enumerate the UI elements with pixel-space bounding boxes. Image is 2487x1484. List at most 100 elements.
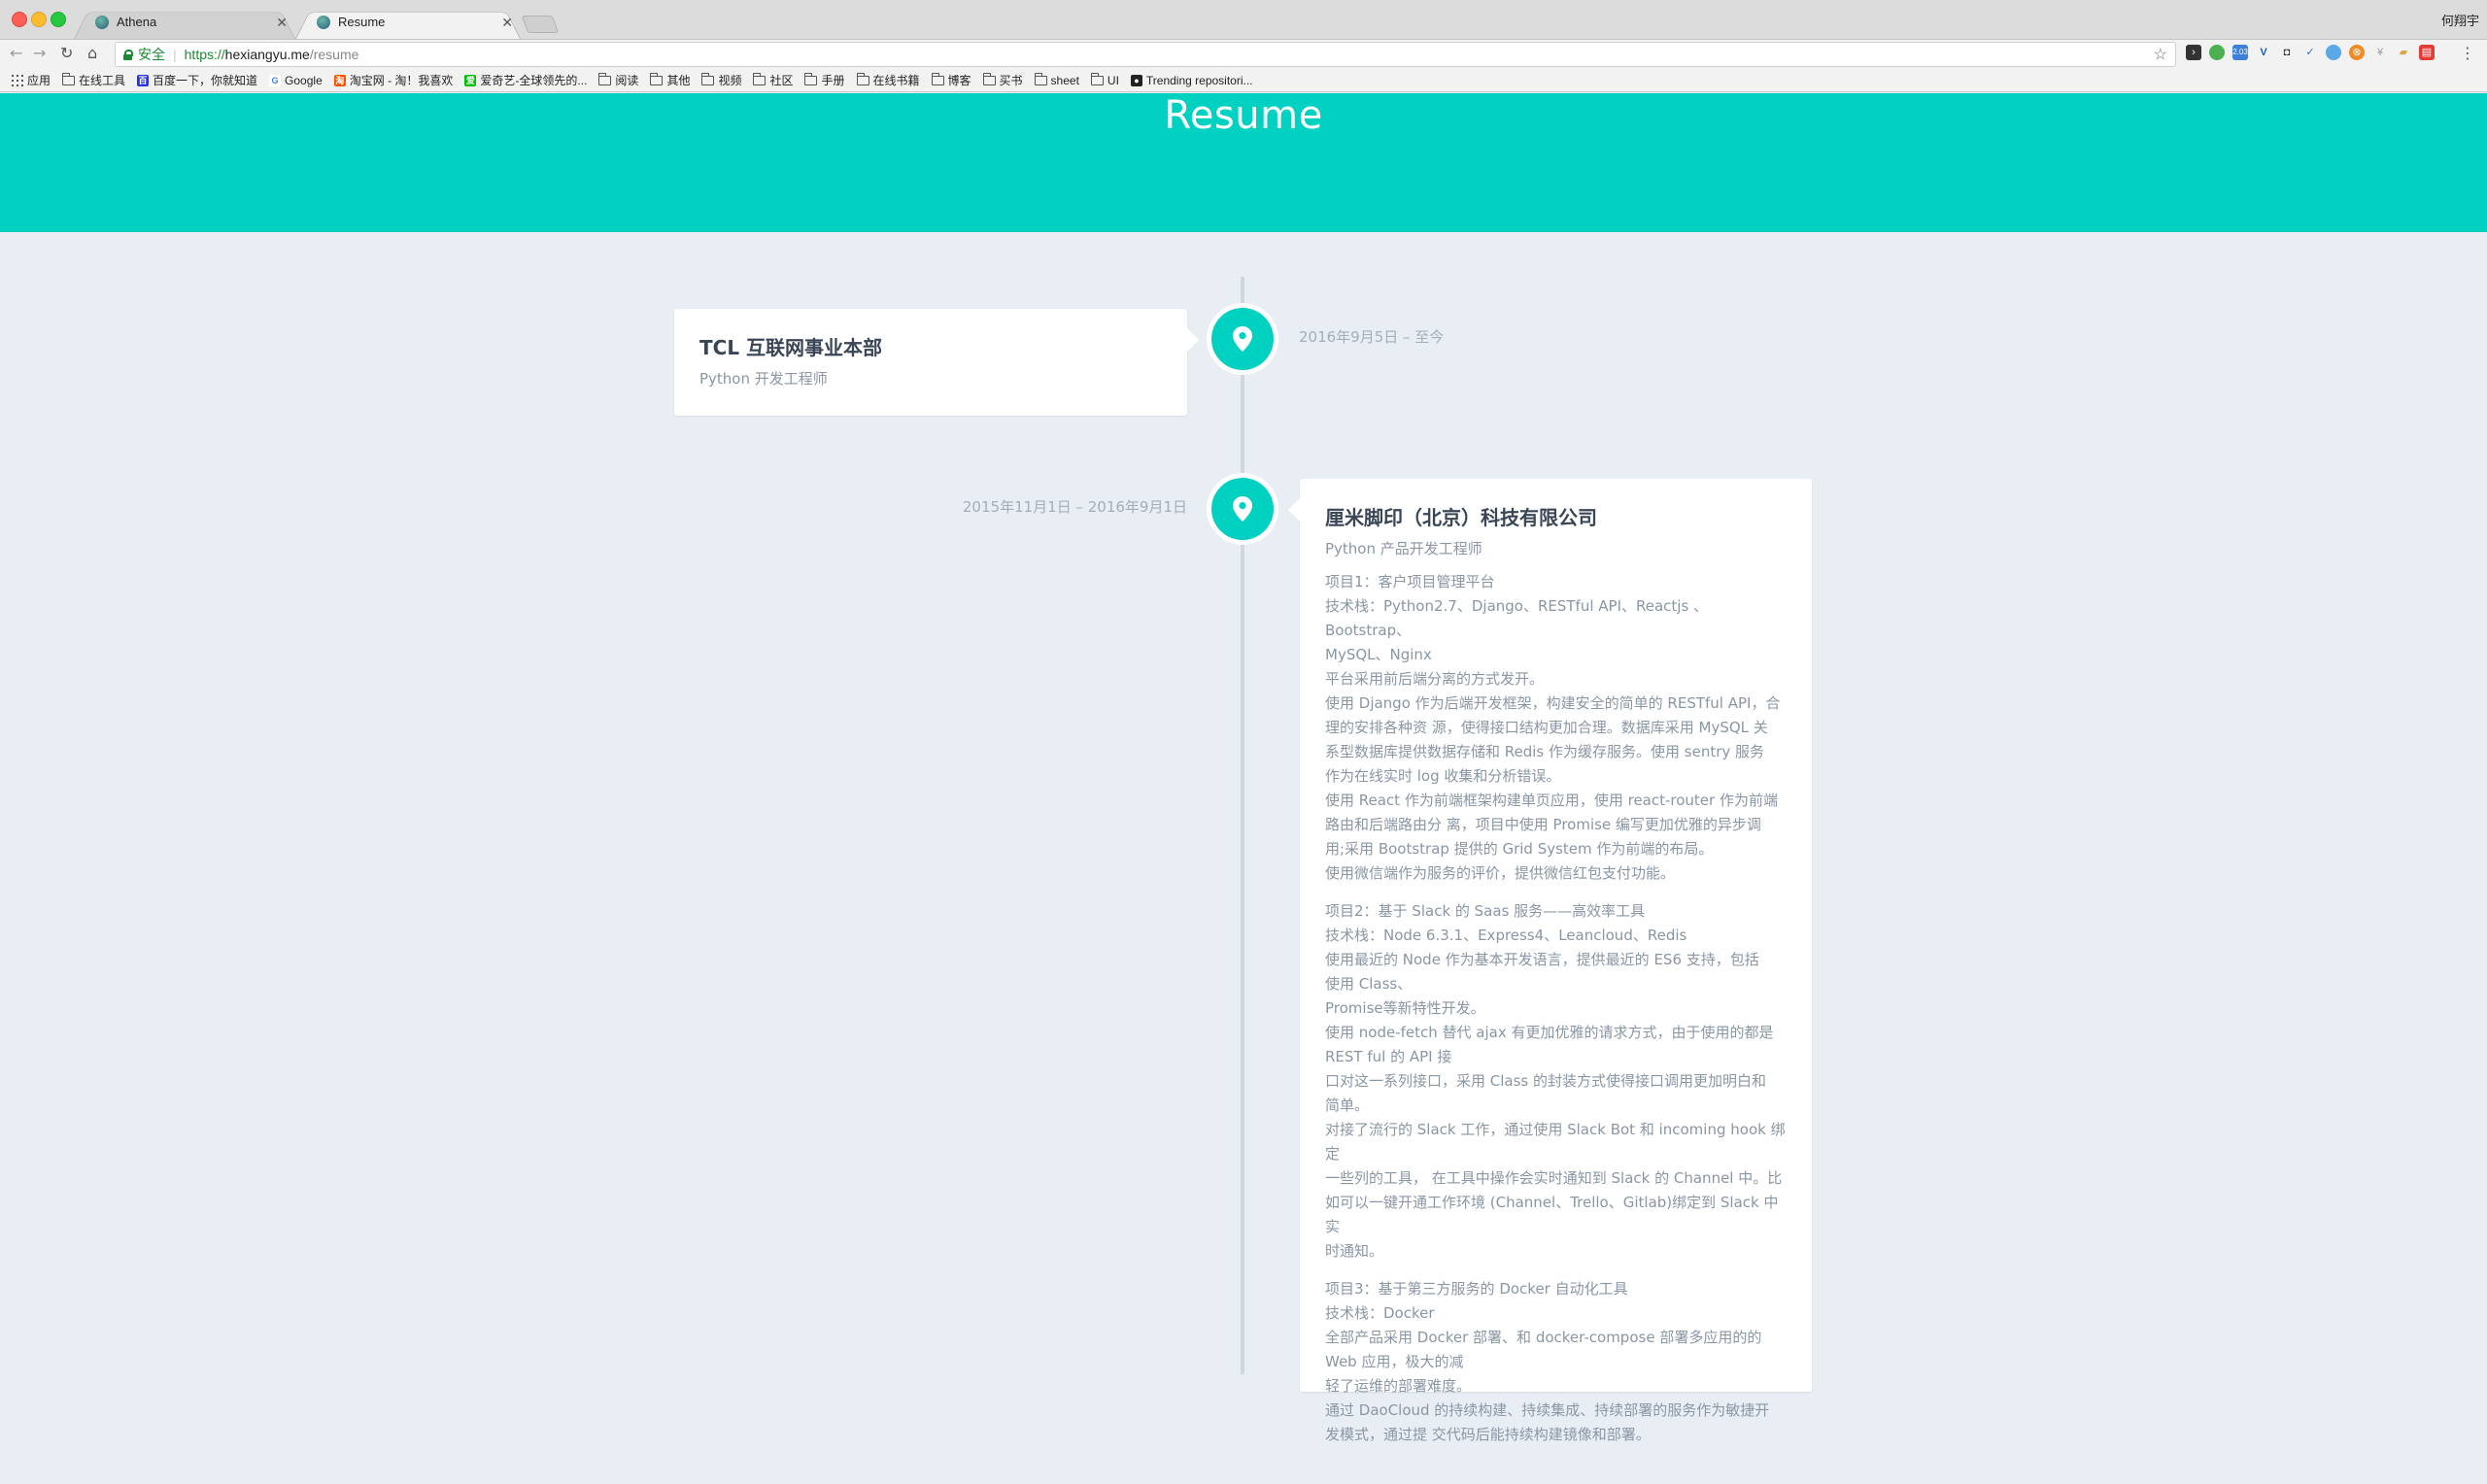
home-icon[interactable]: ⌂ — [87, 44, 97, 62]
minimize-window-button[interactable] — [31, 12, 47, 27]
project-line: 轻了运维的部署难度。 — [1325, 1377, 1472, 1395]
bookmark-item[interactable]: UI — [1090, 72, 1119, 87]
close-tab-icon[interactable]: ✕ — [276, 15, 288, 31]
tab-resume[interactable]: Resume ✕ — [295, 8, 521, 39]
bookmark-item[interactable]: 手册 — [804, 72, 845, 88]
project-line: 作为在线实时 log 收集和分析错误。 — [1325, 767, 1561, 785]
address-bar[interactable]: 安全 | https:// hexiangyu.me /resume ☆ — [115, 42, 2176, 67]
project-line: 系型数据库提供数据存储和 Redis 作为缓存服务。使用 sentry 服务 — [1325, 743, 1765, 760]
company-name: 厘米脚印（北京）科技有限公司 — [1325, 506, 1597, 529]
bookmark-item[interactable]: 其他 — [650, 72, 690, 88]
bookmark-label: 爱奇艺-全球领先的... — [480, 74, 588, 87]
bookmark-item[interactable]: G Google — [269, 74, 323, 87]
bookmark-item[interactable]: 阅读 — [598, 72, 638, 88]
browser-toolbar: ← → ↻ ⌂ 安全 | https:// hexiangyu.me /resu… — [0, 40, 2487, 69]
experience-card: 厘米脚印（北京）科技有限公司 Python 产品开发工程师 项目1：客户项目管理… — [1288, 479, 1812, 1443]
menu-icon[interactable]: ⋮ — [2460, 44, 2475, 62]
taobao-icon: 淘 — [333, 74, 346, 86]
blue-circle-extension-icon[interactable] — [2326, 45, 2341, 60]
bookmark-item[interactable]: sheet — [1034, 72, 1079, 87]
project-line: 发模式，通过提 交代码后能持续构建镜像和部署。 — [1325, 1426, 1651, 1443]
project-description: 项目1：客户项目管理平台 技术栈：Python2.7、Django、RESTful… — [1325, 570, 1787, 1447]
baidu-icon: 百 — [137, 74, 150, 86]
vue-extension-icon[interactable]: V — [2256, 45, 2271, 60]
project-line: 用;采用 Bootstrap 提供的 Grid System 作为前端的布局。 — [1325, 840, 1714, 858]
project-line: 使用 Django 作为后端开发框架，构建安全的简单的 RESTful API，… — [1325, 694, 1781, 712]
url-path: /resume — [309, 47, 359, 62]
extension-icons: › 2.03 V ◘ ✓ ⊗ ¥ ▰ ▤ — [2186, 45, 2435, 60]
wechat-extension-icon[interactable]: ¥ — [2372, 45, 2388, 60]
google-icon: G — [269, 74, 282, 86]
bookmark-label: 其他 — [666, 74, 691, 87]
project-line: 如可以一键开通工作环境 (Channel、Trello、Gitlab)绑定到 S… — [1325, 1194, 1779, 1235]
bookmark-item[interactable]: 社区 — [753, 72, 793, 88]
tab-title: Athena — [117, 15, 157, 29]
bookmark-item[interactable]: 在线工具 — [62, 72, 125, 88]
date-range: 2016年9月5日 – 至今 — [1299, 328, 1445, 346]
reload-icon[interactable]: ↻ — [60, 44, 73, 62]
folder-icon — [650, 72, 664, 85]
bookmark-label: 在线书籍 — [872, 74, 920, 87]
folder-icon — [804, 72, 818, 85]
bookmark-item[interactable]: 百百度一下，你就知道 — [137, 72, 257, 88]
bookmark-label: 在线工具 — [79, 74, 126, 87]
bookmark-item[interactable]: 爱爱奇艺-全球领先的... — [464, 72, 587, 88]
forward-arrow-icon[interactable]: → — [33, 44, 46, 62]
card-pointer — [1187, 328, 1199, 352]
job-role: Python 开发工程师 — [699, 370, 828, 388]
green-circle-extension-icon[interactable] — [2209, 45, 2225, 60]
folder-icon — [1090, 72, 1104, 85]
bookmark-label: UI — [1107, 73, 1119, 87]
project-line: 项目1：客户项目管理平台 — [1325, 573, 1495, 590]
bookmark-label: 淘宝网 - 淘！我喜欢 — [349, 74, 454, 87]
bookmark-label: 视频 — [718, 74, 742, 87]
project-line: 通过 DaoCloud 的持续构建、持续集成、持续部署的服务作为敏捷开 — [1325, 1401, 1770, 1419]
apps-grid-icon — [12, 74, 23, 86]
new-tab-button[interactable] — [521, 16, 560, 33]
company-name: TCL 互联网事业本部 — [699, 336, 883, 359]
close-tab-icon[interactable]: ✕ — [501, 15, 513, 31]
card-pointer — [1288, 498, 1300, 522]
experience-card: TCL 互联网事业本部 Python 开发工程师 — [674, 309, 1199, 416]
close-window-button[interactable] — [12, 12, 27, 27]
folder-icon — [598, 72, 612, 85]
red-extension-icon[interactable]: ▤ — [2419, 45, 2435, 60]
zoom-window-button[interactable] — [51, 12, 66, 27]
badge-extension-icon[interactable]: 2.03 — [2232, 45, 2248, 60]
bookmark-label: sheet — [1050, 73, 1079, 87]
bookmark-item[interactable]: 买书 — [982, 72, 1023, 88]
bookmark-label: 博客 — [947, 74, 971, 87]
globe-icon — [317, 15, 330, 29]
folder-extension-icon[interactable]: ▰ — [2396, 45, 2411, 60]
checkmark-extension-icon[interactable]: ✓ — [2302, 45, 2318, 60]
bookmark-label: 应用 — [27, 74, 51, 87]
orange-extension-icon[interactable]: ⊗ — [2349, 45, 2365, 60]
bookmarks-bar: 应用 在线工具百百度一下，你就知道 G Google 淘淘宝网 - 淘！我喜欢爱爱奇艺-… — [0, 69, 2487, 92]
globe-icon — [95, 15, 109, 29]
pocket-extension-icon[interactable]: ◘ — [2279, 45, 2295, 60]
project-line: 使用 node-fetch 替代 ajax 有更加优雅的请求方式，由于使用的都是 — [1325, 1024, 1774, 1041]
bookmark-item[interactable]: 应用 — [12, 72, 51, 88]
date-range: 2015年11月1日 – 2016年9月1日 — [962, 498, 1187, 516]
bookmark-item[interactable]: 在线书籍 — [856, 72, 920, 88]
profile-name[interactable]: 何翔宇 — [2441, 11, 2479, 29]
bookmark-item[interactable]: 淘淘宝网 - 淘！我喜欢 — [333, 72, 454, 88]
github-icon: ● — [1130, 74, 1142, 86]
address-divider: | — [173, 47, 177, 62]
secure-label: 安全 — [138, 47, 165, 62]
page-title: Resume — [1164, 93, 1323, 138]
url-scheme: https:// — [184, 47, 225, 62]
bookmark-item[interactable]: 博客 — [931, 72, 971, 88]
project-line: 简单。 — [1325, 1096, 1370, 1114]
project-line: 一些列的工具， 在工具中操作会实时通知到 Slack 的 Channel 中。比 — [1325, 1169, 1783, 1187]
terminal-extension-icon[interactable]: › — [2186, 45, 2201, 60]
project-line: 对接了流行的 Slack 工作，通过使用 Slack Bot 和 incomin… — [1325, 1121, 1786, 1163]
bookmark-star-icon[interactable]: ☆ — [2154, 45, 2167, 64]
project-line: 使用 Class、 — [1325, 975, 1413, 993]
bookmark-item[interactable]: 视频 — [701, 72, 741, 88]
tab-athena[interactable]: Athena ✕ — [74, 8, 295, 39]
location-marker — [1211, 478, 1274, 540]
bookmark-item[interactable]: ● Trending repositori... — [1130, 74, 1253, 87]
folder-icon — [982, 72, 996, 85]
back-arrow-icon[interactable]: ← — [10, 44, 22, 62]
